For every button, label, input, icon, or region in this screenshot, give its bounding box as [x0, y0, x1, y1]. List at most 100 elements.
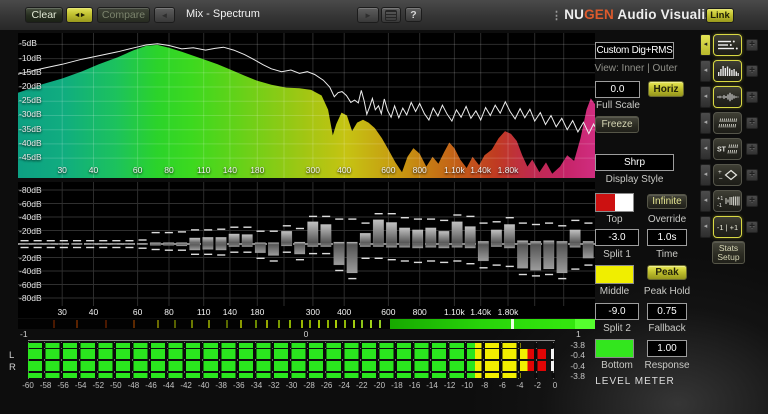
preset-selector[interactable]: Mix - Spectrum: [186, 8, 260, 20]
view-button-spectrum[interactable]: [713, 60, 742, 82]
correlation-tick: [277, 320, 280, 328]
correlation-tick: [266, 320, 269, 328]
spectrum-freq-label: 40: [88, 165, 99, 175]
correlation-tick: [300, 320, 303, 328]
fallback-value-box[interactable]: 0.75: [647, 303, 687, 320]
add-view-button[interactable]: +: [746, 65, 758, 77]
correlation-strip[interactable]: [18, 319, 595, 329]
spectrum-freq-label: 140: [222, 165, 237, 175]
spectrum-plot: [17, 33, 596, 179]
view-tab-arrow-icon[interactable]: ◂: [700, 216, 711, 238]
correlation-tick: [344, 320, 346, 328]
correlation-tick: [318, 320, 320, 328]
view-row-vectorscope: ◂ + − +: [700, 164, 762, 186]
spectrum-freq-label: 800: [412, 165, 427, 175]
svg-text:ST: ST: [717, 147, 727, 154]
spectrum-freq-label: 400: [337, 165, 352, 175]
top-color-right: [614, 194, 633, 211]
time-value-box[interactable]: 1.0s: [647, 229, 687, 246]
override-button[interactable]: Infinite: [647, 194, 687, 209]
add-view-button[interactable]: +: [746, 91, 758, 103]
clear-button[interactable]: Clear: [25, 7, 63, 23]
override-label: Override: [647, 214, 687, 225]
freeze-button[interactable]: Freeze: [595, 116, 639, 133]
view-tab-arrow-icon[interactable]: ◂: [700, 190, 711, 212]
bottom-label: Bottom: [601, 360, 633, 371]
view-row-correlation-spectrum: ◂ +1 -1 +: [700, 190, 762, 212]
view-button-correlation-spectrum[interactable]: +1 -1: [713, 190, 742, 212]
view-mode-label[interactable]: View: Inner | Outer: [591, 63, 681, 74]
view-button-stereo-spectrogram[interactable]: ST: [713, 138, 742, 160]
stats-setup-button[interactable]: Stats Setup: [712, 241, 745, 264]
spectrum-display[interactable]: -5dB -10dB -15dB -20dB -25dB -30dB -35dB -40dB -…: [17, 33, 596, 179]
balance-freq-label: 110: [196, 307, 211, 317]
spectrum-freq-label: 1.80k: [497, 165, 519, 175]
spectrum-db-label: -15dB: [19, 66, 42, 77]
view-tab-arrow-icon[interactable]: ◂: [700, 164, 711, 186]
view-tab-arrow-icon[interactable]: ◂: [700, 34, 711, 56]
view-tab-arrow-icon[interactable]: ◂: [700, 112, 711, 134]
link-button[interactable]: Link: [706, 8, 734, 23]
add-view-button[interactable]: +: [746, 221, 758, 233]
spectrum-freq-label: 600: [381, 165, 396, 175]
spectrum-db-label: -25dB: [19, 95, 42, 106]
top-color-swatch[interactable]: [595, 193, 634, 212]
view-button-vectorscope[interactable]: + −: [713, 164, 742, 186]
preset-list-button[interactable]: [381, 7, 401, 23]
balance-freq-label: 140: [222, 307, 237, 317]
split2-value-box[interactable]: -9.0: [595, 303, 639, 320]
view-button-meter[interactable]: [713, 34, 742, 56]
balance-freq-label: 1.40k: [470, 307, 492, 317]
spectrum-freq-label: 1.10k: [443, 165, 465, 175]
full-scale-label: Full Scale: [596, 100, 640, 111]
correlation-tick: [191, 320, 194, 328]
middle-color-swatch[interactable]: [595, 265, 634, 284]
prev-preset-icon[interactable]: ◄: [154, 7, 175, 23]
view-tab-arrow-icon[interactable]: ◂: [700, 60, 711, 82]
split1-value-box[interactable]: -3.0: [595, 229, 639, 246]
correlation-tick: [104, 320, 107, 328]
view-tab-arrow-icon[interactable]: ◂: [700, 138, 711, 160]
add-view-button[interactable]: +: [746, 195, 758, 207]
correlation-tick: [378, 320, 381, 328]
meter-peak-hold-mark: [551, 349, 554, 359]
swap-ab-icon[interactable]: ◄►: [66, 7, 93, 23]
spectrum-db-label: -45dB: [19, 152, 42, 163]
bottom-color: [596, 340, 633, 357]
add-view-button[interactable]: +: [746, 143, 758, 155]
response-label: Response: [644, 360, 690, 371]
view-button-correlation-range[interactable]: -1 | +1: [713, 216, 742, 238]
compare-button[interactable]: Compare: [97, 7, 150, 23]
meter-mode-box[interactable]: Custom Dig+RMS: [595, 42, 674, 59]
add-view-button[interactable]: +: [746, 117, 758, 129]
toolbar: Clear ◄► Compare ◄ Mix - Spectrum ► ? ⋮ N…: [0, 0, 768, 30]
balance-db-label: -80dB: [19, 185, 42, 195]
correlation-tick: [309, 320, 312, 328]
full-scale-value-box[interactable]: 0.0: [595, 81, 640, 98]
brand-logo: ⋮ NUGEN Audio Visualizer: [551, 7, 726, 22]
peak-button[interactable]: Peak: [647, 265, 687, 280]
balance-display[interactable]: -20dB -40dB -60dB -80dB -80dB -60dB -40dB -20dB…: [18, 182, 595, 318]
balance-db-label: -20dB: [19, 252, 42, 263]
display-style-box[interactable]: Shrp: [595, 154, 674, 171]
view-button-spectrogram[interactable]: [713, 112, 742, 134]
add-view-button[interactable]: +: [746, 169, 758, 181]
spectrum-freq-label: 1.40k: [470, 165, 492, 175]
spectrum-db-label: -10dB: [19, 52, 42, 63]
meter-top-line: [28, 340, 555, 341]
horiz-button[interactable]: Horiz: [648, 81, 684, 97]
view-button-waveform[interactable]: [713, 86, 742, 108]
view-tab-arrow-icon[interactable]: ◂: [700, 86, 711, 108]
help-button[interactable]: ?: [405, 7, 422, 22]
response-value-box[interactable]: 1.00: [647, 340, 687, 357]
correlation-tick: [254, 320, 257, 328]
meter-lines-icon: [717, 40, 738, 50]
view-row-correlation-range: ◂ -1 | +1 +: [700, 216, 762, 238]
balance-plot: [18, 182, 595, 306]
correlation-tick: [240, 320, 243, 328]
next-preset-icon[interactable]: ►: [357, 7, 379, 23]
meter-bar-row: [28, 361, 555, 371]
correlation-tick: [173, 320, 176, 328]
add-view-button[interactable]: +: [746, 39, 758, 51]
bottom-color-swatch[interactable]: [595, 339, 634, 358]
